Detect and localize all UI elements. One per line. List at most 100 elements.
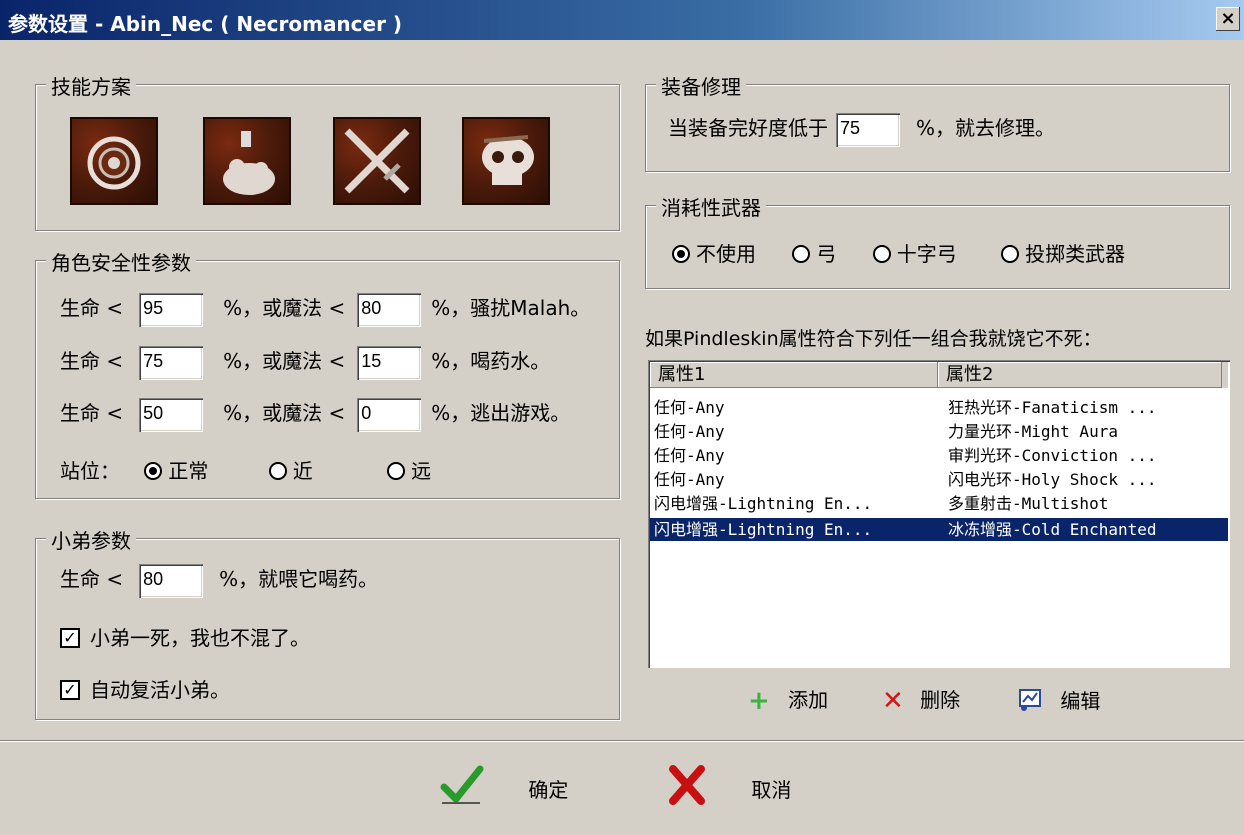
weapon-throw-label: 投掷类武器: [1025, 242, 1126, 266]
minion-revive-checkbox[interactable]: ✓ 自动复活小弟。: [60, 674, 230, 703]
skills-legend: 技能方案: [46, 71, 136, 100]
mana-label: %，或魔法 <: [223, 349, 346, 373]
mana-label: %，或魔法 <: [223, 401, 346, 425]
weapon-crossbow-radio[interactable]: 十字弓: [872, 242, 957, 266]
minion-revive-label: 自动复活小弟。: [90, 678, 230, 702]
life-threshold-input-3[interactable]: 50: [139, 397, 204, 432]
repair-row: 当装备完好度低于 75 %，就去修理。: [668, 112, 1055, 147]
cell-attr2: 审判光环-Conviction ...: [948, 446, 1157, 465]
stance-near-radio[interactable]: 近: [268, 459, 313, 483]
delete-label: 删除: [920, 688, 961, 712]
life-threshold-input-1[interactable]: 95: [139, 292, 204, 327]
cell-attr1: 任何-Any: [654, 446, 725, 465]
ok-button[interactable]: 确定: [440, 757, 568, 804]
skill-swords-icon[interactable]: [333, 117, 421, 205]
repair-threshold-input[interactable]: 75: [836, 112, 900, 147]
checkbox-indicator: ✓: [60, 627, 80, 648]
minion-life-input[interactable]: 80: [139, 563, 204, 598]
weapon-bow-radio[interactable]: 弓: [792, 242, 836, 266]
cell-attr2: 力量光环-Might Aura: [948, 422, 1118, 441]
minion-quit-label: 小弟一死，我也不混了。: [90, 626, 310, 650]
add-label: 添加: [788, 688, 829, 712]
stance-row: 站位： 正常 近 远: [60, 455, 431, 484]
stance-label: 站位：: [60, 459, 120, 483]
cell-attr1: 任何-Any: [654, 422, 725, 441]
repair-legend: 装备修理: [656, 71, 746, 100]
radio-indicator: [268, 461, 287, 480]
safety-row-3: 生命 < 50 %，或魔法 < 0 %，逃出游戏。: [60, 397, 570, 432]
weapon-row: 不使用 弓 十字弓 投掷类武器: [672, 238, 1125, 267]
stance-far-radio[interactable]: 远: [387, 459, 431, 483]
stance-normal-radio[interactable]: 正常: [144, 459, 208, 483]
list-row[interactable]: 闪电增强-Lightning En... 多重射击-Multishot: [650, 492, 1228, 515]
skill-skull-icon[interactable]: [462, 117, 550, 205]
cell-attr1: 任何-Any: [654, 470, 725, 489]
skill-golem-icon[interactable]: [203, 117, 291, 205]
mana-threshold-input-1[interactable]: 80: [357, 292, 422, 327]
radio-indicator: [672, 244, 690, 263]
life-label: 生命 <: [60, 349, 124, 373]
radio-indicator: [387, 461, 406, 480]
cell-attr1: 任何-Any: [654, 398, 725, 417]
add-button[interactable]: + 添加: [748, 684, 829, 716]
weapon-legend: 消耗性武器: [656, 192, 766, 221]
footer-divider: [0, 740, 1244, 742]
column-header-attr1[interactable]: 属性1: [650, 362, 938, 388]
checkbox-indicator: ✓: [60, 679, 80, 700]
minion-life-suffix: %，就喂它喝药。: [219, 567, 379, 591]
plus-icon: +: [748, 686, 770, 716]
column-header-attr2[interactable]: 属性2: [938, 362, 1222, 388]
radio-indicator: [792, 244, 811, 263]
skill-shield-icon[interactable]: [70, 117, 158, 205]
action-label: %，逃出游戏。: [431, 401, 571, 425]
life-threshold-input-2[interactable]: 75: [139, 345, 204, 380]
cancel-button[interactable]: 取消: [665, 757, 792, 805]
life-label: 生命 <: [60, 296, 124, 320]
life-label: 生命 <: [60, 401, 124, 425]
radio-indicator: [872, 244, 891, 263]
pindle-caption: 如果Pindleskin属性符合下列任一组合我就饶它不死：: [645, 328, 1102, 350]
edit-button[interactable]: 编辑: [1018, 684, 1100, 714]
minion-legend: 小弟参数: [46, 525, 136, 554]
edit-label: 编辑: [1060, 689, 1101, 713]
list-row[interactable]: 任何-Any 力量光环-Might Aura: [650, 420, 1228, 443]
minion-life-label: 生命 <: [60, 567, 124, 591]
cancel-label: 取消: [751, 778, 792, 802]
safety-legend: 角色安全性参数: [46, 247, 196, 276]
list-row[interactable]: 任何-Any 审判光环-Conviction ...: [650, 444, 1228, 467]
mana-threshold-input-3[interactable]: 0: [357, 397, 422, 432]
safety-row-2: 生命 < 75 %，或魔法 < 15 %，喝药水。: [60, 345, 550, 380]
repair-suffix: %，就去修理。: [916, 116, 1056, 140]
weapon-bow-label: 弓: [816, 242, 837, 266]
checkmark-icon: [440, 765, 484, 810]
minion-life-row: 生命 < 80 %，就喂它喝药。: [60, 563, 378, 598]
cell-attr2: 狂热光环-Fanaticism ...: [948, 398, 1157, 417]
window-title: 参数设置 - Abin_Nec ( Necromancer ): [8, 12, 403, 36]
list-row[interactable]: 任何-Any 闪电光环-Holy Shock ...: [650, 468, 1228, 491]
stance-near-label: 近: [292, 459, 313, 483]
pindle-list[interactable]: 属性1 属性2 任何-Any 狂热光环-Fanaticism ... 任何-Any…: [648, 360, 1230, 668]
list-row[interactable]: 任何-Any 狂热光环-Fanaticism ...: [650, 396, 1228, 419]
list-row-selected[interactable]: 闪电增强-Lightning En... 冰冻增强-Cold Enchanted: [650, 518, 1228, 541]
edit-icon: [1018, 688, 1044, 717]
delete-button[interactable]: ✕ 删除: [882, 684, 961, 716]
action-label: %，骚扰Malah。: [431, 296, 591, 320]
action-label: %，喝药水。: [431, 349, 551, 373]
weapon-none-radio[interactable]: 不使用: [672, 242, 756, 266]
weapon-crossbow-label: 十字弓: [896, 242, 957, 266]
radio-indicator: [144, 461, 163, 480]
close-button[interactable]: ×: [1216, 7, 1240, 31]
cell-attr2: 冰冻增强-Cold Enchanted: [948, 520, 1157, 539]
title-bar[interactable]: 参数设置 - Abin_Nec ( Necromancer ) ×: [0, 0, 1244, 40]
stance-far-label: 远: [411, 459, 432, 483]
cell-attr1: 闪电增强-Lightning En...: [654, 520, 873, 539]
delete-x-icon: ✕: [882, 686, 904, 716]
safety-row-1: 生命 < 95 %，或魔法 < 80 %，骚扰Malah。: [60, 292, 590, 327]
minion-quit-checkbox[interactable]: ✓ 小弟一死，我也不混了。: [60, 622, 310, 651]
list-header: 属性1 属性2: [650, 362, 1228, 388]
cell-attr1: 闪电增强-Lightning En...: [654, 494, 873, 513]
mana-threshold-input-2[interactable]: 15: [357, 345, 422, 380]
weapon-throw-radio[interactable]: 投掷类武器: [1001, 242, 1125, 266]
radio-indicator: [1001, 244, 1020, 263]
stance-normal-label: 正常: [168, 459, 209, 483]
